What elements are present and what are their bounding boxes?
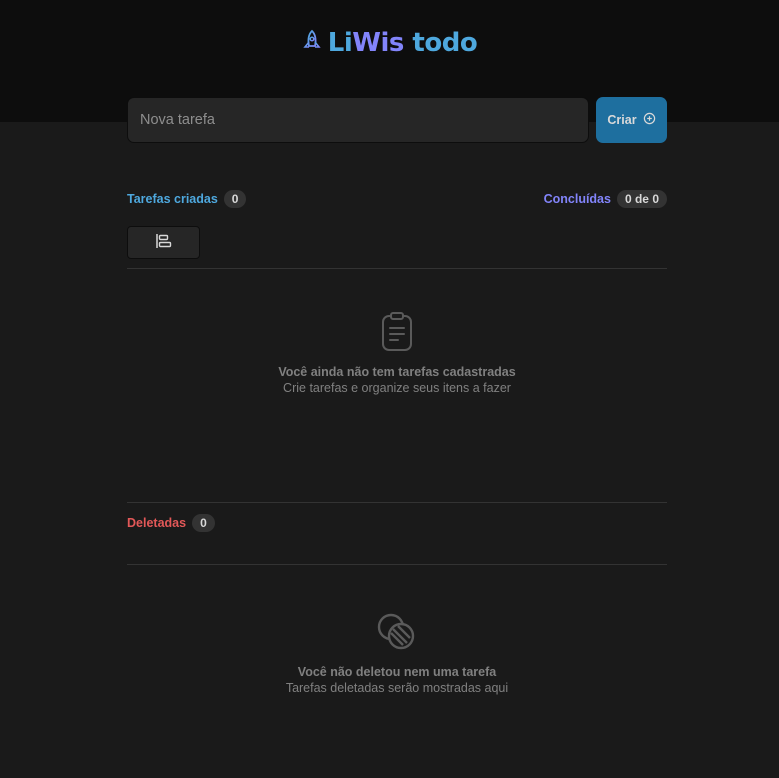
task-counters: Tarefas criadas 0 Concluídas 0 de 0 <box>127 190 667 208</box>
created-count-badge: 0 <box>223 190 247 208</box>
create-button-label: Criar <box>607 113 637 127</box>
title-part-wis: Wis <box>352 28 404 58</box>
deleted-count-badge: 0 <box>192 514 215 532</box>
sort-button[interactable] <box>127 226 200 259</box>
created-label: Tarefas criadas <box>127 192 218 206</box>
created-counter: Tarefas criadas 0 <box>127 190 247 208</box>
title-part-li: Li <box>327 28 353 58</box>
logo: LiWis todo <box>0 28 779 58</box>
completed-counter: Concluídas 0 de 0 <box>544 190 667 208</box>
deleted-counter-row: Deletadas 0 <box>127 514 667 532</box>
new-task-input[interactable] <box>127 97 589 143</box>
empty-deleted-subtitle: Tarefas deletadas serão mostradas aqui <box>285 681 509 695</box>
divider-tasks <box>127 268 667 269</box>
rocket-icon <box>302 29 322 57</box>
deleted-counter: Deletadas 0 <box>127 514 215 532</box>
empty-tasks-subtitle: Crie tarefas e organize seus itens a faz… <box>283 381 511 395</box>
clipboard-icon <box>127 312 667 352</box>
app-title: LiWis todo <box>327 28 478 58</box>
create-button[interactable]: Criar <box>596 97 667 143</box>
deleted-label: Deletadas <box>127 516 187 530</box>
completed-label: Concluídas <box>543 192 611 206</box>
title-part-todo: todo <box>412 28 478 58</box>
completed-count-badge: 0 de 0 <box>616 190 667 208</box>
divider-deleted <box>127 502 667 503</box>
empty-deleted-title: Você não deletou nem uma tarefa <box>297 665 497 679</box>
align-left-icon <box>155 233 173 252</box>
empty-deleted-state: Você não deletou nem uma tarefa Tarefas … <box>127 612 667 696</box>
plus-circle-icon <box>643 112 656 128</box>
empty-tasks-title: Você ainda não tem tarefas cadastradas <box>278 365 516 379</box>
divider-deleted-list <box>127 564 667 565</box>
trash-coins-icon <box>127 612 667 652</box>
empty-tasks-state: Você ainda não tem tarefas cadastradas C… <box>127 312 667 396</box>
